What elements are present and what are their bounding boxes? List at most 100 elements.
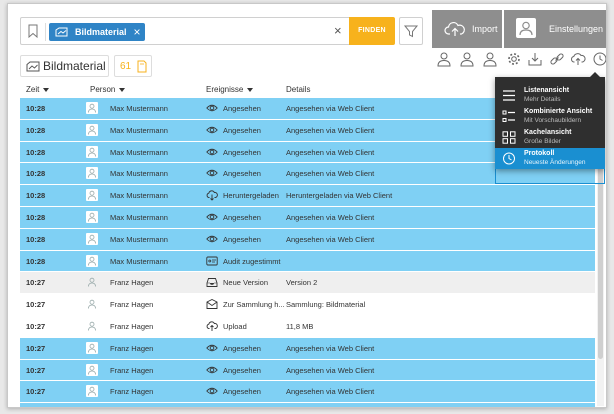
list-icon (502, 89, 516, 102)
row-details: Heruntergeladen via Web Client (286, 191, 393, 201)
table-row[interactable]: 10:27Franz HagenAngesehenAngesehen via W… (20, 337, 595, 360)
row-time: 10:28 (26, 256, 46, 266)
upload-icon[interactable] (570, 51, 586, 67)
row-details: Angesehen via Web Client (286, 147, 375, 157)
row-person: Max Mustermann (110, 147, 168, 157)
collection-icon (55, 27, 68, 37)
search-tag-label: Bildmaterial (75, 27, 127, 37)
link-icon[interactable] (549, 51, 565, 67)
table-row[interactable]: 10:27 Franz Hagen Upload 11,8 MB (20, 316, 595, 338)
cloud-upload-icon (206, 320, 218, 332)
view-menu-item-title: Protokoll (524, 150, 555, 157)
row-person: Franz Hagen (110, 387, 154, 397)
person-icon (86, 102, 98, 114)
person-icon (86, 363, 98, 376)
row-details: Angesehen via Web Client (286, 169, 375, 179)
row-person: Franz Hagen (110, 343, 154, 353)
cloud-download-icon (206, 189, 218, 201)
person-icon (86, 320, 98, 332)
bookmark-icon[interactable] (28, 24, 38, 38)
row-person: Franz Hagen (110, 278, 154, 288)
filter-button[interactable] (399, 17, 423, 45)
gear-icon[interactable] (506, 51, 522, 67)
audit-icon (206, 255, 218, 267)
row-time: 10:27 (26, 321, 46, 331)
row-event: Angesehen (223, 125, 261, 135)
view-menu-item-subtitle: Große Bilder (524, 138, 561, 145)
table-row[interactable]: 10:27 Franz Hagen Neue Version Version 2 (20, 272, 595, 295)
person-icon (86, 210, 98, 223)
row-time: 10:28 (26, 147, 46, 157)
column-header-person[interactable]: Person (90, 85, 126, 94)
row-details: Angesehen via Web Client (286, 343, 375, 353)
view-menu-item-subtitle: Mehr Details (524, 96, 561, 103)
row-time: 10:28 (26, 212, 46, 222)
app-window: Bildmaterial × × FINDEN Import Einstellu… (7, 3, 607, 408)
row-event: Angesehen (223, 387, 261, 397)
row-event: Neue Version (223, 278, 269, 288)
close-icon[interactable]: × (134, 23, 141, 41)
grid-icon (502, 131, 516, 144)
table-row[interactable]: 10:28 Max Mustermann Angesehen Angesehen vi… (20, 206, 595, 229)
clear-search-icon[interactable]: × (334, 24, 342, 38)
eye-icon (206, 102, 218, 114)
table-row[interactable]: 10:27Franz HagenAngesehenAngesehen via W… (20, 381, 595, 404)
person-icon (519, 21, 533, 36)
settings-button[interactable]: Einstellungen (504, 10, 606, 48)
row-event: Upload (223, 321, 247, 331)
table-row[interactable]: 10:27Franz HagenAngesehenAngesehen via W… (20, 359, 595, 382)
view-menu-item-title: Kombinierte Ansicht (524, 108, 593, 115)
import-label: Import (472, 24, 498, 34)
eye-icon (206, 124, 218, 136)
search-tag[interactable]: Bildmaterial × (49, 23, 145, 41)
row-time: 10:28 (26, 169, 46, 179)
person-icon (86, 145, 98, 158)
table-row[interactable]: 10:27 Franz Hagen Zur Sammlung h... Sammlun… (20, 294, 595, 316)
search-separator (45, 23, 46, 41)
row-event: Audit zugestimmt (223, 256, 281, 266)
person-icon (86, 385, 98, 398)
view-menu-item[interactable]: Kombinierte Ansicht Mit Vorschaubildern (495, 106, 605, 127)
view-menu-item[interactable]: Kachelansicht Große Bilder (495, 127, 605, 148)
combined-view-icon (502, 110, 516, 123)
download-icon[interactable] (527, 51, 543, 67)
view-menu-item[interactable]: Protokoll Neueste Änderungen (495, 148, 605, 169)
row-event: Angesehen (223, 234, 261, 244)
table-row[interactable]: 10:27Franz HagenAngesehenAngesehen via W… (20, 403, 595, 407)
eye-icon (206, 167, 218, 179)
row-person: Max Mustermann (110, 256, 168, 266)
row-time: 10:28 (26, 191, 46, 201)
sort-arrow-icon (119, 87, 126, 92)
inbox-icon (206, 276, 218, 288)
row-event: Angesehen (223, 212, 261, 222)
column-header-events[interactable]: Ereignisse (206, 85, 254, 94)
person-icon (86, 232, 98, 245)
row-details: Angesehen via Web Client (286, 387, 375, 397)
row-details: Angesehen via Web Client (286, 212, 375, 222)
row-details: Angesehen via Web Client (286, 365, 375, 375)
clock-icon[interactable] (592, 51, 607, 67)
person-icon[interactable] (436, 51, 452, 67)
table-row[interactable]: 10:28 Max Mustermann Angesehen Angesehen vi… (20, 228, 595, 251)
row-person: Franz Hagen (110, 365, 154, 375)
row-person: Max Mustermann (110, 212, 168, 222)
row-details: Angesehen via Web Client (286, 104, 375, 113)
item-count-badge[interactable]: 61 (114, 55, 152, 77)
search-button[interactable]: FINDEN (349, 17, 395, 45)
person-icon[interactable] (459, 51, 475, 67)
table-row[interactable]: 10:28 Max Mustermann Heruntergeladen Herunt… (20, 185, 595, 207)
view-menu-item[interactable]: Listenansicht Mehr Details (495, 85, 605, 106)
row-event: Heruntergeladen (223, 191, 279, 201)
page-title: Bildmaterial (20, 55, 109, 77)
table-row[interactable]: 10:28 Max Mustermann Audit zugestimmt (20, 250, 595, 273)
person-icon[interactable] (482, 51, 498, 67)
search-bar[interactable]: Bildmaterial × × FINDEN (20, 17, 395, 45)
row-details: Version 2 (286, 278, 318, 288)
import-button[interactable]: Import (432, 10, 502, 48)
page-title-text: Bildmaterial (43, 59, 106, 73)
view-menu-item-subtitle: Mit Vorschaubildern (524, 117, 582, 124)
person-icon (86, 189, 98, 202)
eye-icon (206, 233, 218, 245)
column-header-time[interactable]: Zeit (26, 85, 50, 94)
row-details: Angesehen via Web Client (286, 125, 375, 135)
